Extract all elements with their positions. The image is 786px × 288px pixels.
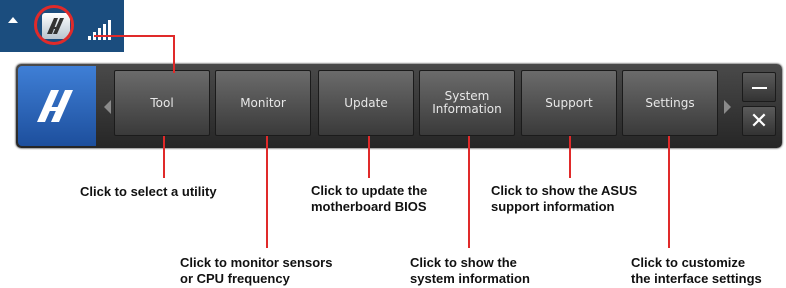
minimize-icon[interactable]	[742, 72, 776, 102]
tab-label: System Information	[432, 89, 502, 116]
callout-line-update	[368, 136, 370, 178]
callout-system-information: Click to show the system information	[410, 255, 530, 286]
chevron-up-icon[interactable]	[8, 17, 18, 23]
callout-support: Click to show the ASUS support informati…	[491, 183, 638, 214]
close-button[interactable]: ✕	[742, 106, 776, 136]
tab-label: Support	[545, 95, 593, 110]
callout-update: Click to update the motherboard BIOS	[311, 183, 428, 214]
tab-support[interactable]: Support	[521, 70, 617, 136]
tab-settings[interactable]: Settings	[622, 70, 718, 136]
callout-line-monitor	[266, 136, 268, 248]
callout-settings: Click to customize the interface setting…	[631, 255, 762, 286]
callout-line-support	[569, 136, 571, 178]
tab-update[interactable]: Update	[318, 70, 414, 136]
callout-line-system-information	[468, 136, 470, 248]
tab-label: Update	[344, 95, 388, 110]
callout-line-tool	[163, 136, 165, 178]
callout-line-tray	[173, 35, 175, 73]
tab-monitor[interactable]: Monitor	[215, 70, 311, 136]
tab-label: Settings	[645, 95, 695, 110]
callout-tool: Click to select a utility	[80, 184, 217, 199]
callout-line-tray	[94, 35, 174, 37]
callout-monitor: Click to monitor sensors or CPU frequenc…	[180, 255, 333, 286]
callout-line-settings	[668, 136, 670, 248]
ai-suite-logo-icon[interactable]	[18, 66, 96, 146]
scroll-left-icon[interactable]	[104, 100, 111, 114]
scroll-right-icon[interactable]	[724, 100, 731, 114]
tab-system-information[interactable]: System Information	[419, 70, 515, 136]
highlight-circle	[34, 5, 74, 45]
tab-tool[interactable]: Tool	[114, 70, 210, 136]
system-tray	[0, 0, 124, 52]
tab-label: Monitor	[240, 95, 286, 110]
tab-label: Tool	[150, 95, 174, 110]
